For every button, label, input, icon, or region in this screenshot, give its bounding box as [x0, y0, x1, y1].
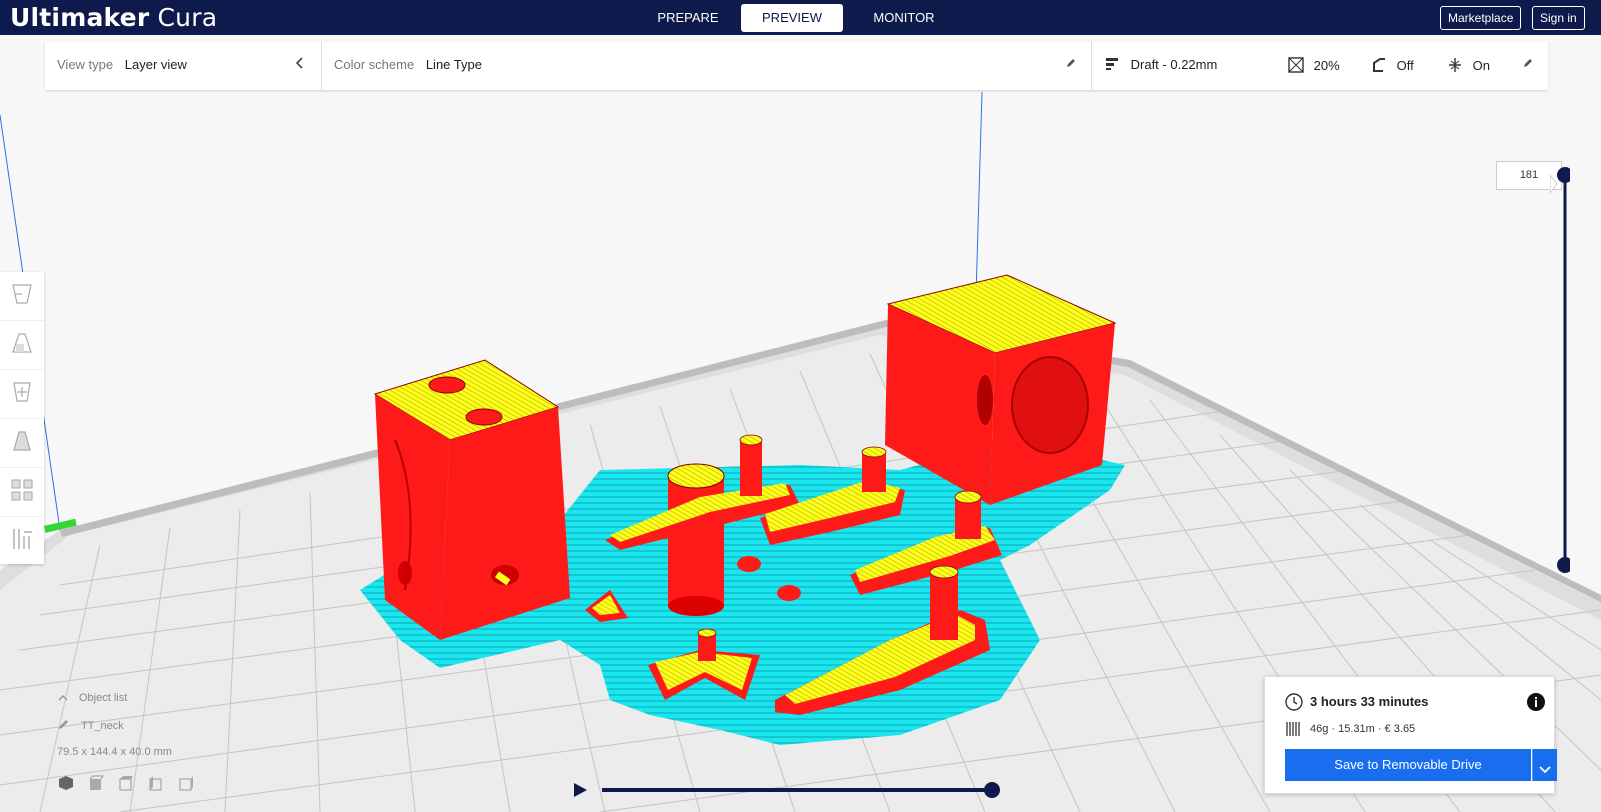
support-blocker-button[interactable] [0, 517, 44, 565]
right-view-icon[interactable] [177, 774, 195, 795]
infill-value: 20% [1313, 57, 1340, 73]
simulation-slider[interactable] [600, 782, 1002, 798]
sign-in-button[interactable]: Sign in [1532, 6, 1585, 30]
header-bar: Ultimaker Cura PREPARE PREVIEW MONITOR M… [0, 0, 1601, 35]
simulation-slider-handle[interactable] [984, 782, 1000, 798]
infill-icon [1288, 57, 1304, 76]
info-icon[interactable] [1527, 693, 1545, 716]
chevron-up-icon [57, 692, 69, 704]
clock-icon [1285, 693, 1303, 716]
save-to-removable-drive-button[interactable]: Save to Removable Drive [1285, 749, 1531, 781]
marketplace-button[interactable]: Marketplace [1440, 6, 1522, 30]
object-list-toggle[interactable]: Object list [57, 692, 195, 704]
rotate-icon [9, 379, 35, 410]
support-setting[interactable]: Off [1371, 57, 1414, 76]
layer-slider-top-handle[interactable] [1557, 167, 1570, 183]
material-estimate: 46g · 15.31m · € 3.65 [1310, 723, 1416, 735]
object-name: TT_neck [81, 719, 124, 732]
view-settings-toolbar: View type Layer view Color scheme Line T… [45, 42, 1548, 90]
cylinder-model [667, 463, 725, 616]
per-model-settings-icon [9, 477, 35, 508]
support-icon [1371, 57, 1387, 76]
support-blocker-icon [9, 526, 35, 557]
profile-bars-icon [1105, 57, 1121, 74]
tab-prepare[interactable]: PREPARE [640, 4, 736, 32]
front-view-icon[interactable] [87, 774, 105, 795]
layer-slider-track[interactable] [1550, 165, 1570, 575]
play-icon[interactable] [572, 781, 588, 804]
move-icon [9, 281, 35, 312]
view-type-value: Layer view [124, 57, 187, 72]
object-name-row[interactable]: TT_neck [57, 717, 195, 734]
object-list-label: Object list [79, 692, 128, 704]
infill-setting[interactable]: 20% [1288, 57, 1340, 76]
rotate-tool-button[interactable] [0, 370, 44, 419]
app-logo: Ultimaker Cura [10, 3, 218, 32]
per-model-settings-button[interactable] [0, 468, 44, 517]
chevron-left-icon[interactable] [294, 56, 306, 73]
view-type-label: View type [57, 57, 114, 72]
scale-tool-button[interactable] [0, 321, 44, 370]
color-scheme-selector[interactable]: Color scheme Line Type [334, 57, 482, 72]
object-dimensions: 79.5 x 144.4 x 40.0 mm [57, 746, 172, 758]
pencil-icon [57, 717, 71, 734]
adhesion-value: On [1472, 57, 1490, 73]
object-list-panel: Object list TT_neck 79.5 x 144.4 x 40.0 … [57, 692, 195, 795]
print-time: 3 hours 33 minutes [1310, 694, 1429, 709]
profile-value: Draft - 0.22mm [1130, 57, 1218, 72]
left-tool-panel [0, 272, 44, 564]
adhesion-icon [1447, 57, 1463, 76]
top-view-icon[interactable] [117, 774, 135, 795]
support-value: Off [1396, 57, 1414, 73]
pencil-icon[interactable] [1065, 57, 1077, 72]
scale-icon [9, 330, 35, 361]
print-setup-selector[interactable]: Draft - 0.22mm [1105, 57, 1217, 74]
pencil-icon[interactable] [1522, 57, 1534, 72]
move-tool-button[interactable] [0, 272, 44, 321]
mirror-tool-button[interactable] [0, 419, 44, 468]
view-type-selector[interactable]: View type Layer view [57, 57, 187, 72]
color-scheme-label: Color scheme [334, 57, 415, 72]
camera-view-buttons [57, 774, 195, 795]
tab-monitor[interactable]: MONITOR [856, 4, 952, 32]
spool-icon [1285, 721, 1303, 742]
left-block-model [373, 359, 570, 640]
chevron-down-icon [1539, 761, 1551, 779]
simulation-bar [572, 780, 1002, 800]
left-view-icon[interactable] [147, 774, 165, 795]
color-scheme-value: Line Type [425, 57, 482, 72]
output-device-dropdown-button[interactable] [1532, 749, 1557, 781]
mirror-icon [9, 428, 35, 459]
print-info-panel: 3 hours 33 minutes 46g · 15.31m · € 3.65… [1264, 676, 1557, 794]
layer-slider-bottom-handle[interactable] [1557, 557, 1570, 573]
adhesion-setting[interactable]: On [1447, 57, 1490, 76]
3d-view-icon[interactable] [57, 774, 75, 795]
tab-preview[interactable]: PREVIEW [741, 4, 843, 32]
